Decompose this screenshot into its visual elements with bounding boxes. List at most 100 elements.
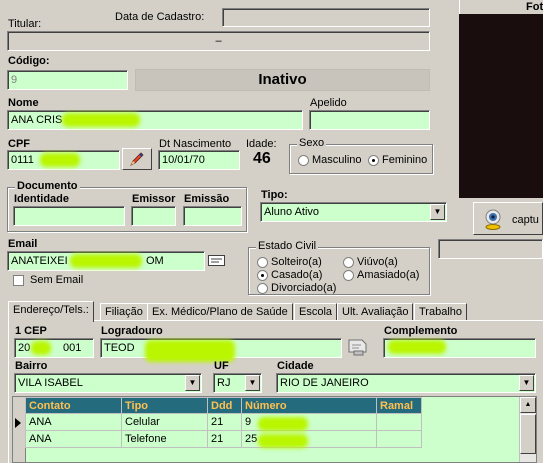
radio-circle — [343, 256, 354, 268]
estado-amasiado-radio[interactable]: Amasiado(a) — [343, 269, 419, 281]
codigo-field[interactable]: 9 — [7, 70, 128, 90]
chevron-down-icon[interactable]: ▼ — [245, 375, 260, 391]
email-label: Email — [8, 238, 38, 250]
idade-value: 46 — [253, 150, 271, 167]
cell-ramal[interactable] — [376, 413, 422, 431]
cell-ddd[interactable]: 21 — [207, 413, 242, 431]
sexo-group: Sexo Masculino Feminino — [289, 137, 433, 174]
chevron-down-icon[interactable]: ▼ — [185, 375, 200, 391]
table-row[interactable]: ANA Telefone 21 25 — [25, 430, 422, 448]
col-tipo[interactable]: Tipo — [121, 397, 208, 414]
estado-divorciado-radio[interactable]: Divorciado(a) — [257, 282, 336, 294]
contacts-table: Contato Tipo Ddd Número Ramal ANA Celula… — [25, 397, 422, 448]
numero-redaction-1 — [258, 417, 308, 431]
col-ramal[interactable]: Ramal — [376, 397, 422, 414]
radio-circle — [257, 282, 268, 294]
grid-scrollbar[interactable]: ▲ — [519, 397, 536, 462]
table-row[interactable]: ANA Celular 21 9 — [25, 413, 422, 431]
cpf-label: CPF — [8, 138, 30, 150]
sexo-masculino-radio[interactable]: Masculino — [298, 154, 362, 166]
search-address-icon[interactable] — [346, 336, 370, 358]
tab-filiacao[interactable]: Filiação — [100, 303, 148, 320]
chevron-down-icon[interactable]: ▼ — [430, 204, 445, 220]
scroll-thumb[interactable] — [520, 414, 536, 454]
radio-circle — [257, 256, 268, 268]
bairro-select[interactable]: VILA ISABEL ▼ — [14, 373, 202, 393]
cidade-select[interactable]: RIO DE JANEIRO ▼ — [276, 373, 536, 393]
estado-viuvo-label: Viúvo(a) — [357, 256, 398, 268]
status-text: Inativo — [258, 71, 307, 88]
cell-ddd[interactable]: 21 — [207, 430, 242, 448]
nome-value: ANA CRIS — [11, 114, 63, 126]
documento-title: Documento — [15, 180, 80, 192]
estado-civil-title: Estado Civil — [256, 240, 319, 252]
webcam-icon — [482, 208, 504, 230]
cell-tipo[interactable]: Telefone — [121, 430, 208, 448]
cell-tipo[interactable]: Celular — [121, 413, 208, 431]
estado-casado-label: Casado(a) — [271, 269, 323, 281]
complemento-redaction — [388, 340, 446, 354]
estado-solteiro-radio[interactable]: Solteiro(a) — [257, 256, 322, 268]
estado-viuvo-radio[interactable]: Viúvo(a) — [343, 256, 398, 268]
identidade-field[interactable] — [13, 206, 125, 226]
status-box: Inativo — [135, 69, 430, 91]
email-redaction — [70, 254, 142, 268]
emissao-field[interactable] — [183, 206, 242, 226]
tab-ult-avaliacao[interactable]: Ult. Avaliação — [337, 303, 414, 320]
logradouro-redaction — [145, 340, 235, 362]
capture-button[interactable]: captu — [473, 202, 543, 235]
grid-header-row: Contato Tipo Ddd Número Ramal — [25, 397, 422, 414]
cell-contato[interactable]: ANA — [25, 413, 122, 431]
tipo-select[interactable]: Aluno Ativo ▼ — [260, 202, 447, 222]
col-contato[interactable]: Contato — [25, 397, 122, 414]
sexo-feminino-radio[interactable]: Feminino — [368, 154, 427, 166]
sexo-title: Sexo — [297, 137, 327, 149]
logradouro-label: Logradouro — [101, 325, 163, 337]
tab-trabalho[interactable]: Trabalho — [414, 303, 468, 320]
titular-dash: – — [215, 35, 222, 47]
col-numero[interactable]: Número — [241, 397, 377, 414]
dt-nasc-field[interactable]: 10/01/70 — [158, 150, 240, 170]
estado-solteiro-label: Solteiro(a) — [271, 256, 322, 268]
dt-nasc-label: Dt Nascimento — [159, 138, 232, 150]
cep-redaction — [31, 341, 51, 355]
estado-civil-group: Estado Civil Solteiro(a) Casado(a) Divor… — [248, 240, 430, 295]
data-cadastro-field[interactable] — [222, 8, 430, 27]
cpf-edit-button[interactable] — [122, 148, 152, 170]
scroll-up-button[interactable]: ▲ — [520, 397, 536, 413]
nome-field[interactable]: ANA CRIS — [7, 110, 303, 130]
sem-email-checkbox[interactable]: Sem Email — [13, 274, 83, 286]
identidade-label: Identidade — [14, 193, 70, 205]
cpf-value: 0111 — [11, 154, 34, 166]
cell-ramal[interactable] — [376, 430, 422, 448]
estado-casado-radio[interactable]: Casado(a) — [257, 269, 322, 281]
uf-select[interactable]: RJ ▼ — [213, 373, 262, 393]
tipo-value: Aluno Ativo — [264, 206, 320, 218]
cell-contato[interactable]: ANA — [25, 430, 122, 448]
cep-field[interactable]: 20 001 — [14, 338, 94, 358]
email-send-icon[interactable] — [208, 255, 225, 266]
cep-label: 1 CEP — [15, 325, 47, 337]
email-value: ANATEIXEI — [11, 255, 68, 267]
titular-field[interactable]: – — [7, 31, 430, 51]
cep-value-end: 001 — [63, 342, 82, 354]
radio-circle — [298, 154, 309, 166]
tab-exame-medico[interactable]: Ex. Médico/Plano de Saúde — [147, 303, 293, 320]
email-value-end: OM — [146, 255, 164, 267]
tab-endereco[interactable]: Endereço/Tels.: — [8, 301, 94, 322]
photo-area — [459, 14, 543, 198]
emissor-field[interactable] — [131, 206, 176, 226]
photo-side-field — [438, 239, 543, 259]
apelido-field[interactable] — [309, 110, 430, 130]
tipo-label: Tipo: — [261, 189, 288, 201]
radio-circle-selected — [257, 269, 268, 281]
tab-escola[interactable]: Escola — [294, 303, 338, 320]
cidade-label: Cidade — [277, 360, 314, 372]
estado-amasiado-label: Amasiado(a) — [357, 269, 420, 281]
codigo-label: Código: — [8, 55, 50, 67]
cidade-value: RIO DE JANEIRO — [280, 377, 369, 389]
numero-redaction-2 — [258, 434, 308, 448]
chevron-down-icon[interactable]: ▼ — [519, 375, 534, 391]
row-pointer-icon — [15, 418, 21, 428]
col-ddd[interactable]: Ddd — [207, 397, 242, 414]
